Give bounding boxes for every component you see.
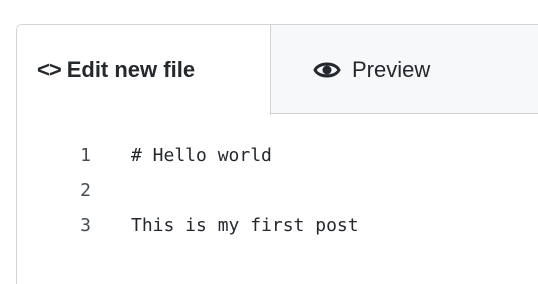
- tab-edit-label: Edit new file: [66, 57, 196, 82]
- line-number: 1: [80, 144, 91, 166]
- tab-preview[interactable]: Preview: [271, 25, 538, 114]
- code-line: 1 # Hello world: [17, 141, 537, 169]
- code-line: 3 This is my first post: [17, 211, 537, 239]
- tab-edit-new-file[interactable]: <> Edit new file: [17, 25, 271, 115]
- tab-preview-label: Preview: [352, 56, 431, 82]
- file-editor: <> Edit new file Preview 1 # Hello world…: [16, 24, 538, 284]
- line-text: # Hello world: [131, 144, 272, 166]
- line-number: 2: [80, 179, 91, 201]
- code-editor[interactable]: 1 # Hello world 2 3 This is my first pos…: [17, 115, 538, 284]
- code-icon: <>: [37, 57, 62, 82]
- eye-icon: [313, 59, 341, 81]
- code-line: 2: [17, 176, 537, 204]
- line-text: This is my first post: [131, 214, 359, 236]
- line-number: 3: [80, 214, 91, 236]
- tab-bar: <> Edit new file Preview: [17, 25, 538, 115]
